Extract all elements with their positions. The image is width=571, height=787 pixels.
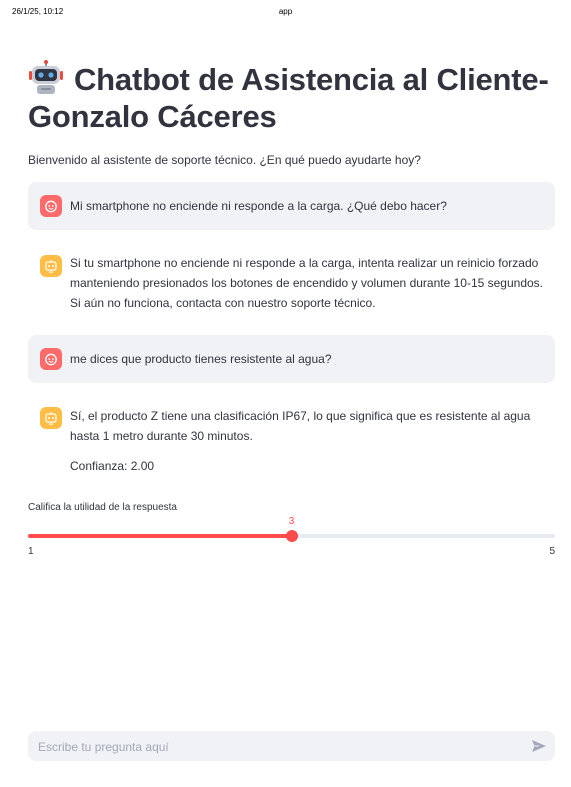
robot-icon	[45, 260, 57, 273]
user-avatar-icon	[40, 195, 62, 217]
rating-slider-fill	[28, 534, 292, 538]
message-text: Sí, el producto Z tiene una clasificació…	[70, 409, 531, 443]
rating-slider-label: Califica la utilidad de la respuesta	[28, 502, 177, 513]
chat-message-user: Mi smartphone no enciende ni responde a …	[28, 182, 555, 230]
user-avatar-icon	[40, 348, 62, 370]
message-text: me dices que producto tienes resistente …	[70, 352, 332, 366]
robot-icon	[45, 412, 57, 425]
rating-slider-min: 1	[28, 546, 34, 557]
user-face-icon	[45, 353, 57, 366]
title-line-2: Gonzalo Cáceres	[28, 99, 277, 134]
user-face-icon	[45, 200, 57, 213]
chat-input-container	[28, 731, 555, 763]
title-line-1: Chatbot de Asistencia al Cliente-	[74, 62, 549, 97]
page-subtitle: Bienvenido al asistente de soporte técni…	[28, 153, 421, 167]
chat-message-assistant: Sí, el producto Z tiene una clasificació…	[28, 394, 555, 484]
chat-message-assistant: Si tu smartphone no enciende ni responde…	[28, 240, 555, 322]
message-text: Mi smartphone no enciende ni responde a …	[70, 199, 447, 213]
print-title: app	[278, 7, 293, 16]
bot-avatar-icon	[40, 255, 62, 277]
rating-slider-thumb[interactable]	[285, 530, 298, 542]
bot-avatar-icon	[40, 407, 62, 429]
chat-input[interactable]	[36, 731, 520, 763]
message-text: Si tu smartphone no enciende ni responde…	[70, 256, 544, 310]
confidence-text: Confianza: 2.00	[70, 459, 155, 473]
print-header: 26/1/25, 10:12 app	[0, 0, 571, 22]
robot-face-icon	[29, 60, 63, 94]
rating-slider-max: 5	[549, 546, 555, 557]
rating-slider-value: 3	[288, 516, 295, 527]
chat-message-user: me dices que producto tienes resistente …	[28, 335, 555, 383]
page-title: Chatbot de Asistencia al Cliente- Gonzal…	[28, 60, 555, 135]
send-icon[interactable]	[531, 738, 547, 754]
